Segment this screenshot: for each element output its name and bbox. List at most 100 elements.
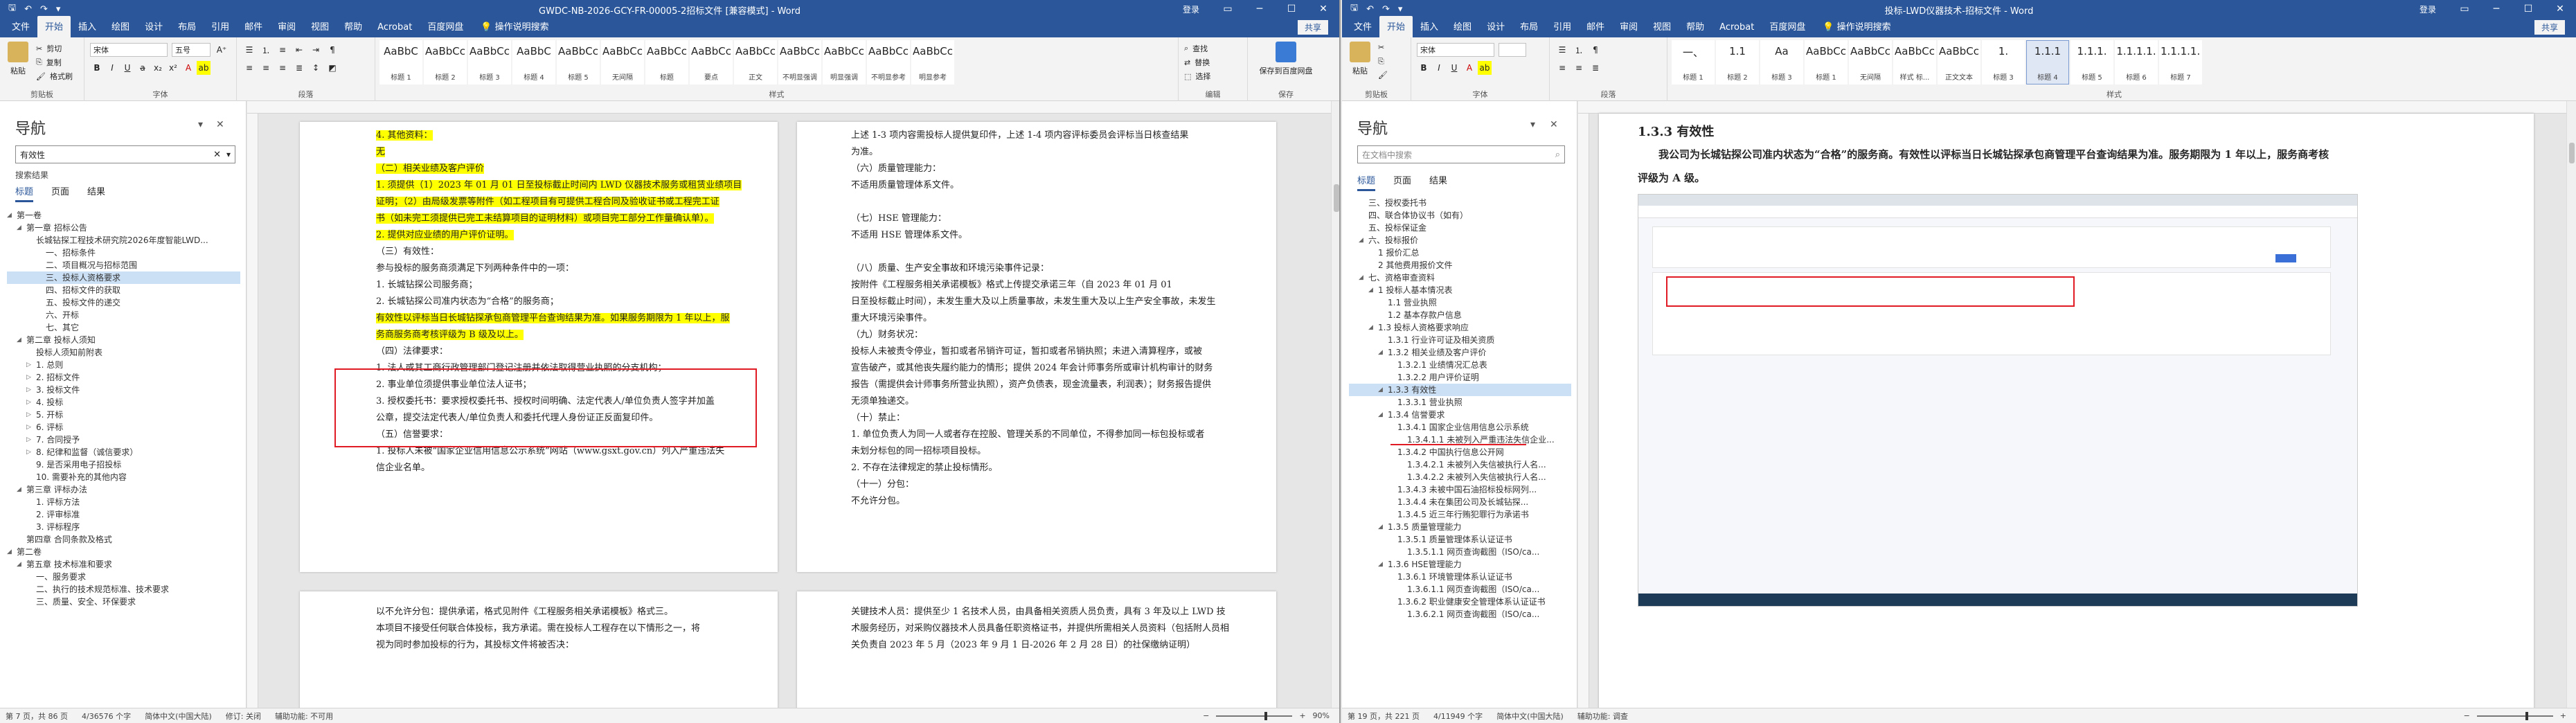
expand-caret-icon[interactable]: ◢ (1378, 409, 1388, 421)
language[interactable]: 简体中文(中国大陆) (145, 711, 212, 722)
expand-caret-icon[interactable] (1359, 197, 1368, 209)
italic-icon[interactable]: I (1432, 61, 1446, 75)
tab-8[interactable]: 审阅 (1612, 16, 1645, 37)
maximize-icon[interactable]: ☐ (2512, 0, 2544, 18)
nav-outline-item[interactable]: 1.3.4.5 近三年行贿犯罪行为承诺书 (1349, 508, 1571, 521)
expand-caret-icon[interactable]: ◢ (7, 209, 17, 222)
minimize-icon[interactable]: ─ (2480, 0, 2512, 18)
subscript-icon[interactable]: x₂ (151, 61, 165, 75)
word-count-right[interactable]: 4/11949 个字 (1433, 711, 1483, 722)
style-5[interactable]: AaBbCcI 无间隔 (601, 40, 644, 84)
expand-caret-icon[interactable] (1397, 583, 1407, 596)
paste-button-right[interactable]: 粘贴 (1345, 42, 1375, 76)
justify-icon[interactable]: ≣ (1589, 61, 1602, 75)
nav-outline-item[interactable]: ▷ 6. 评标 (7, 421, 240, 434)
expand-caret-icon[interactable] (1388, 359, 1397, 371)
tab-11[interactable]: Acrobat (370, 19, 420, 37)
nav-outline-item[interactable]: ◢ 第一卷 (7, 209, 240, 222)
nav-outline-item[interactable]: 六、开标 (7, 309, 240, 321)
nav-outline-item[interactable]: ◢ 六、投标报价 (1349, 234, 1571, 247)
tab-0[interactable]: 文件 (1346, 16, 1379, 37)
nav-outline-item[interactable]: 10. 需要补充的其他内容 (7, 471, 240, 483)
expand-caret-icon[interactable]: ▷ (26, 434, 36, 446)
nav-outline-item[interactable]: 一、服务要求 (7, 571, 240, 583)
expand-caret-icon[interactable] (1378, 296, 1388, 309)
style-8[interactable]: AaBbCcDd 正文 (734, 40, 777, 84)
nav-outline-item[interactable]: 1.3.3.1 营业执照 (1349, 396, 1571, 409)
style-6[interactable]: AaBbCcDd 正文文本 (1938, 40, 1980, 84)
nav-outline-item[interactable]: 三、质量、安全、环保要求 (7, 596, 240, 608)
increase-indent-icon[interactable]: ⇥ (309, 43, 323, 57)
align-center-icon[interactable]: ≡ (1572, 61, 1586, 75)
nav-outline-item[interactable]: ◢ 第二卷 (7, 546, 240, 558)
tab-9[interactable]: 视图 (303, 16, 337, 37)
nav-outline-item[interactable]: 1.3.6.2.1 网页查询截图（ISO/ca... (1349, 608, 1571, 621)
nav-outline-item[interactable]: ▷ 1. 总则 (7, 359, 240, 371)
style-2[interactable]: AaBbCc 标题 3 (468, 40, 511, 84)
zoom-level[interactable]: 90% (1313, 711, 1330, 720)
expand-caret-icon[interactable]: ▷ (26, 359, 36, 371)
expand-caret-icon[interactable] (1388, 396, 1397, 409)
show-marks-icon[interactable]: ¶ (1589, 43, 1602, 57)
nav-options-icon[interactable]: ▾ (1530, 119, 1535, 130)
word-count[interactable]: 4/36576 个字 (82, 711, 131, 722)
clear-search-icon[interactable]: ✕ (213, 150, 221, 160)
find-button[interactable]: ⌕ 查找 (1184, 43, 1208, 54)
nav-outline-item[interactable]: 三、授权委托书 (1349, 197, 1571, 209)
share-button-right[interactable]: 共享 (2534, 20, 2565, 35)
style-2[interactable]: Aa 标题 3 (1760, 40, 1803, 84)
expand-caret-icon[interactable] (1388, 571, 1397, 583)
nav-outline-item[interactable]: ◢ 1.3.4 信誉要求 (1349, 409, 1571, 421)
expand-caret-icon[interactable] (1368, 247, 1378, 259)
numbering-icon[interactable]: ⒈ (259, 43, 273, 57)
nav-outline-item[interactable]: ▷ 5. 开标 (7, 409, 240, 421)
language-right[interactable]: 简体中文(中国大陆) (1496, 711, 1564, 722)
nav-outline-item[interactable]: ◢ 1 投标人基本情况表 (1349, 284, 1571, 296)
nav-outline-item[interactable]: 第四章 合同条款及格式 (7, 533, 240, 546)
redo-icon[interactable]: ↷ (40, 4, 48, 15)
nav-tab-0[interactable]: 标题 (15, 184, 34, 202)
expand-caret-icon[interactable] (1378, 334, 1388, 346)
underline-icon[interactable]: U (1447, 61, 1461, 75)
expand-caret-icon[interactable] (26, 583, 36, 596)
scroll-thumb[interactable] (1334, 184, 1339, 212)
nav-outline-item[interactable]: 1.2 基本存款户信息 (1349, 309, 1571, 321)
expand-caret-icon[interactable] (36, 296, 46, 309)
nav-outline-item[interactable]: 1.3.6.1 环境管理体系认证证书 (1349, 571, 1571, 583)
style-10[interactable]: 1.1.1.1. 标题 6 (2115, 40, 2158, 84)
cut-button-right[interactable]: ✂ (1378, 43, 1384, 52)
tab-2[interactable]: 插入 (71, 16, 104, 37)
expand-caret-icon[interactable]: ▷ (26, 421, 36, 434)
expand-caret-icon[interactable] (1388, 371, 1397, 384)
nav-close-icon[interactable]: ✕ (1550, 119, 1558, 130)
nav-outline-item[interactable]: ◢ 1.3.5 质量管理能力 (1349, 521, 1571, 533)
line-spacing-icon[interactable]: ↕ (309, 61, 323, 75)
redo-icon[interactable]: ↷ (1382, 4, 1390, 15)
nav-outline-item[interactable]: 五、投标保证金 (1349, 222, 1571, 234)
zoom-in-icon[interactable]: + (1299, 711, 1305, 720)
expand-caret-icon[interactable]: ◢ (7, 546, 17, 558)
font-name-box[interactable]: 宋体 (90, 43, 168, 57)
nav-outline-item[interactable]: 1.3.5.1.1 网页查询截图（ISO/ca... (1349, 546, 1571, 558)
expand-caret-icon[interactable] (26, 521, 36, 533)
nav-outline-item[interactable]: 七、其它 (7, 321, 240, 334)
nav-options-icon[interactable]: ▾ (198, 119, 203, 130)
nav-close-icon[interactable]: ✕ (216, 119, 224, 130)
nav-outline-item[interactable]: 3. 评标程序 (7, 521, 240, 533)
undo-icon[interactable]: ↶ (1366, 4, 1374, 15)
search-icon[interactable]: ⌕ (1555, 150, 1560, 160)
style-9[interactable]: AaBbCcDd 不明显强调 (778, 40, 821, 84)
vertical-scrollbar[interactable] (1331, 101, 1339, 708)
nav-outline-item[interactable]: 五、投标文件的递交 (7, 296, 240, 309)
nav-outline-item[interactable]: 三、投标人资格要求 (7, 271, 240, 284)
expand-caret-icon[interactable] (1388, 508, 1397, 521)
accessibility-right[interactable]: 辅助功能: 调查 (1577, 711, 1628, 722)
ribbon-display-icon[interactable]: ▭ (1212, 0, 1244, 18)
tab-11[interactable]: Acrobat (1712, 19, 1762, 37)
style-0[interactable]: 一、 标题 1 (1672, 40, 1715, 84)
expand-caret-icon[interactable] (26, 234, 36, 247)
expand-caret-icon[interactable] (36, 271, 46, 284)
italic-icon[interactable]: I (105, 61, 119, 75)
ribbon-display-icon[interactable]: ▭ (2449, 0, 2480, 18)
nav-outline-item[interactable]: 1.3.4.1 国家企业信用信息公示系统 (1349, 421, 1571, 434)
